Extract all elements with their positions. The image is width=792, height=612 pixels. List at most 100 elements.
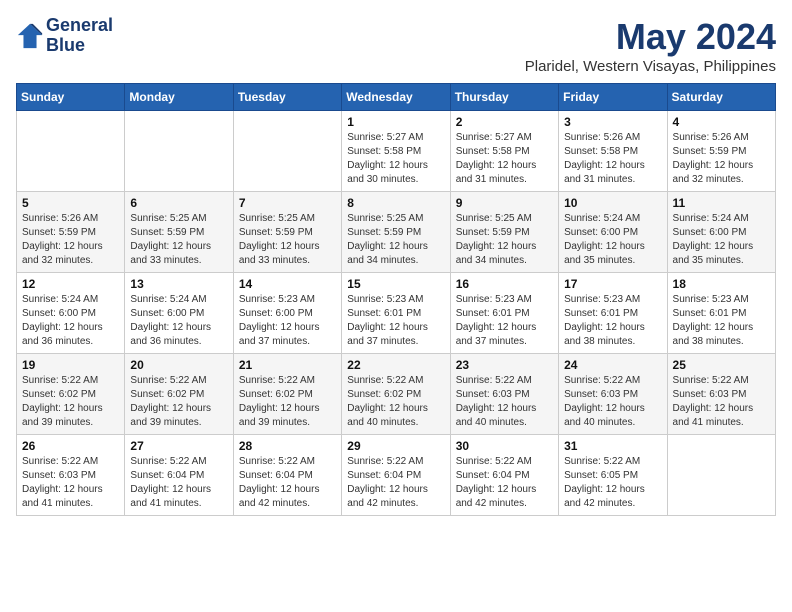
day-number: 2 (456, 115, 553, 129)
day-number: 1 (347, 115, 444, 129)
calendar-cell: 31Sunrise: 5:22 AM Sunset: 6:05 PM Dayli… (559, 435, 667, 516)
calendar-cell: 8 Sunrise: 5:25 AM Sunset: 5:59 PM Daylig… (342, 192, 450, 273)
weekday-header: Tuesday (233, 84, 341, 111)
logo-text: General Blue (46, 16, 113, 56)
calendar-cell: 15 Sunrise: 5:23 AM Sunset: 6:01 PM Dayli… (342, 273, 450, 354)
day-info: Sunrise: 5:22 AM Sunset: 6:04 PM Dayligh… (347, 455, 444, 511)
day-number: 7 (239, 196, 336, 210)
day-number: 21 (239, 358, 336, 372)
day-number: 6 (130, 196, 227, 210)
day-info: Sunrise: 5:22 AM Sunset: 6:04 PM Dayligh… (456, 455, 553, 511)
calendar-cell (233, 111, 341, 192)
logo-line2: Blue (46, 36, 113, 56)
day-info: Sunrise: 5:22 AM Sunset: 6:03 PM Dayligh… (22, 455, 119, 511)
calendar-cell: 27Sunrise: 5:22 AM Sunset: 6:04 PM Dayli… (125, 435, 233, 516)
calendar-cell: 23 Sunrise: 5:22 AM Sunset: 6:03 PM Dayli… (450, 354, 558, 435)
day-info: Sunrise: 5:22 AM Sunset: 6:03 PM Dayligh… (673, 374, 770, 430)
logo-line1: General (46, 16, 113, 36)
calendar-cell: 13 Sunrise: 5:24 AM Sunset: 6:00 PM Dayli… (125, 273, 233, 354)
weekday-header: Friday (559, 84, 667, 111)
day-number: 19 (22, 358, 119, 372)
day-number: 18 (673, 277, 770, 291)
calendar-cell: 11 Sunrise: 5:24 AM Sunset: 6:00 PM Dayli… (667, 192, 775, 273)
day-info: Sunrise: 5:23 AM Sunset: 6:01 PM Dayligh… (347, 293, 444, 349)
calendar-cell: 9 Sunrise: 5:25 AM Sunset: 5:59 PM Daylig… (450, 192, 558, 273)
day-number: 8 (347, 196, 444, 210)
calendar-cell: 21 Sunrise: 5:22 AM Sunset: 6:02 PM Dayli… (233, 354, 341, 435)
calendar-cell: 3 Sunrise: 5:26 AM Sunset: 5:58 PM Daylig… (559, 111, 667, 192)
day-info: Sunrise: 5:27 AM Sunset: 5:58 PM Dayligh… (456, 131, 553, 187)
day-number: 27 (130, 439, 227, 453)
calendar-cell: 1Sunrise: 5:27 AM Sunset: 5:58 PM Daylig… (342, 111, 450, 192)
weekday-header-row: SundayMondayTuesdayWednesdayThursdayFrid… (17, 84, 776, 111)
day-info: Sunrise: 5:23 AM Sunset: 6:01 PM Dayligh… (673, 293, 770, 349)
calendar-cell: 20Sunrise: 5:22 AM Sunset: 6:02 PM Dayli… (125, 354, 233, 435)
day-number: 23 (456, 358, 553, 372)
day-info: Sunrise: 5:23 AM Sunset: 6:01 PM Dayligh… (456, 293, 553, 349)
calendar-week-row: 5Sunrise: 5:26 AM Sunset: 5:59 PM Daylig… (17, 192, 776, 273)
calendar-cell: 17 Sunrise: 5:23 AM Sunset: 6:01 PM Dayli… (559, 273, 667, 354)
calendar-week-row: 26 Sunrise: 5:22 AM Sunset: 6:03 PM Dayli… (17, 435, 776, 516)
day-number: 4 (673, 115, 770, 129)
day-info: Sunrise: 5:26 AM Sunset: 5:59 PM Dayligh… (673, 131, 770, 187)
day-number: 25 (673, 358, 770, 372)
weekday-header: Monday (125, 84, 233, 111)
day-number: 3 (564, 115, 661, 129)
calendar-cell: 6 Sunrise: 5:25 AM Sunset: 5:59 PM Daylig… (125, 192, 233, 273)
day-info: Sunrise: 5:23 AM Sunset: 6:01 PM Dayligh… (564, 293, 661, 349)
calendar-cell: 26 Sunrise: 5:22 AM Sunset: 6:03 PM Dayli… (17, 435, 125, 516)
calendar-cell: 29 Sunrise: 5:22 AM Sunset: 6:04 PM Dayli… (342, 435, 450, 516)
calendar-cell: 12 Sunrise: 5:24 AM Sunset: 6:00 PM Dayli… (17, 273, 125, 354)
day-number: 15 (347, 277, 444, 291)
day-info: Sunrise: 5:25 AM Sunset: 5:59 PM Dayligh… (347, 212, 444, 268)
day-number: 11 (673, 196, 770, 210)
day-number: 9 (456, 196, 553, 210)
calendar-week-row: 12 Sunrise: 5:24 AM Sunset: 6:00 PM Dayli… (17, 273, 776, 354)
weekday-header: Thursday (450, 84, 558, 111)
day-number: 13 (130, 277, 227, 291)
day-number: 17 (564, 277, 661, 291)
calendar-cell: 30Sunrise: 5:22 AM Sunset: 6:04 PM Dayli… (450, 435, 558, 516)
day-info: Sunrise: 5:22 AM Sunset: 6:03 PM Dayligh… (456, 374, 553, 430)
calendar-cell: 19 Sunrise: 5:22 AM Sunset: 6:02 PM Dayli… (17, 354, 125, 435)
calendar-cell: 16Sunrise: 5:23 AM Sunset: 6:01 PM Dayli… (450, 273, 558, 354)
day-info: Sunrise: 5:25 AM Sunset: 5:59 PM Dayligh… (130, 212, 227, 268)
day-info: Sunrise: 5:22 AM Sunset: 6:03 PM Dayligh… (564, 374, 661, 430)
day-number: 10 (564, 196, 661, 210)
day-info: Sunrise: 5:22 AM Sunset: 6:02 PM Dayligh… (22, 374, 119, 430)
calendar-table: SundayMondayTuesdayWednesdayThursdayFrid… (16, 83, 776, 516)
day-info: Sunrise: 5:26 AM Sunset: 5:58 PM Dayligh… (564, 131, 661, 187)
day-number: 29 (347, 439, 444, 453)
day-info: Sunrise: 5:22 AM Sunset: 6:02 PM Dayligh… (347, 374, 444, 430)
title-section: May 2024 Plaridel, Western Visayas, Phil… (525, 16, 776, 75)
weekday-header: Sunday (17, 84, 125, 111)
day-info: Sunrise: 5:24 AM Sunset: 6:00 PM Dayligh… (673, 212, 770, 268)
logo: General Blue (16, 16, 113, 56)
day-number: 14 (239, 277, 336, 291)
day-info: Sunrise: 5:25 AM Sunset: 5:59 PM Dayligh… (456, 212, 553, 268)
page-header: General Blue May 2024 Plaridel, Western … (16, 16, 776, 75)
day-info: Sunrise: 5:22 AM Sunset: 6:04 PM Dayligh… (239, 455, 336, 511)
day-number: 12 (22, 277, 119, 291)
weekday-header: Saturday (667, 84, 775, 111)
month-title: May 2024 (525, 16, 776, 58)
calendar-cell: 5Sunrise: 5:26 AM Sunset: 5:59 PM Daylig… (17, 192, 125, 273)
calendar-cell (17, 111, 125, 192)
day-info: Sunrise: 5:24 AM Sunset: 6:00 PM Dayligh… (130, 293, 227, 349)
calendar-cell: 24 Sunrise: 5:22 AM Sunset: 6:03 PM Dayli… (559, 354, 667, 435)
calendar-cell: 25 Sunrise: 5:22 AM Sunset: 6:03 PM Dayli… (667, 354, 775, 435)
day-info: Sunrise: 5:24 AM Sunset: 6:00 PM Dayligh… (22, 293, 119, 349)
day-info: Sunrise: 5:22 AM Sunset: 6:02 PM Dayligh… (130, 374, 227, 430)
day-number: 28 (239, 439, 336, 453)
day-number: 31 (564, 439, 661, 453)
day-info: Sunrise: 5:24 AM Sunset: 6:00 PM Dayligh… (564, 212, 661, 268)
day-number: 26 (22, 439, 119, 453)
location: Plaridel, Western Visayas, Philippines (525, 58, 776, 75)
day-info: Sunrise: 5:22 AM Sunset: 6:02 PM Dayligh… (239, 374, 336, 430)
calendar-cell: 4 Sunrise: 5:26 AM Sunset: 5:59 PM Daylig… (667, 111, 775, 192)
day-number: 5 (22, 196, 119, 210)
calendar-cell: 18 Sunrise: 5:23 AM Sunset: 6:01 PM Dayli… (667, 273, 775, 354)
calendar-cell: 7Sunrise: 5:25 AM Sunset: 5:59 PM Daylig… (233, 192, 341, 273)
day-info: Sunrise: 5:23 AM Sunset: 6:00 PM Dayligh… (239, 293, 336, 349)
day-number: 24 (564, 358, 661, 372)
